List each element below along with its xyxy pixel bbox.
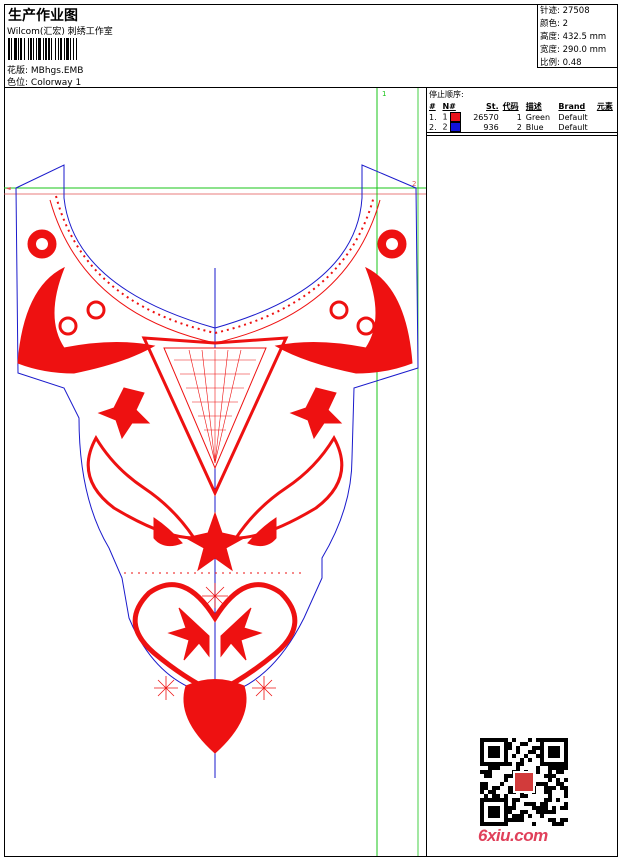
qr-code: [480, 738, 568, 826]
studio-name: Wilcom(汇宏) 刺绣工作室: [7, 27, 113, 37]
heart-inner-left: [167, 607, 210, 661]
left-lily: [97, 387, 151, 440]
table-row[interactable]: 1. 1 26570 1 Green Default: [427, 112, 618, 122]
col-code: 代码: [502, 102, 519, 111]
embroidery-canvas[interactable]: 1 2 ◄: [4, 88, 426, 856]
stat-scale: 比例: 0.48: [540, 58, 582, 68]
stat-height: 高度: 432.5 mm: [540, 32, 607, 42]
table-header: # N# St. 代码 描述 Brand 元素: [427, 101, 618, 112]
table-row[interactable]: 2. 2 936 2 Blue Default: [427, 122, 618, 133]
col-description: 描述: [525, 102, 542, 111]
stop-sequence-panel: 停止顺序: # N# St. 代码 描述 Brand 元素 1. 1 26570…: [427, 88, 618, 136]
right-paisley: [233, 434, 344, 540]
barcode: [8, 38, 118, 60]
stop-sequence-title: 停止顺序:: [429, 90, 464, 99]
stop-sequence-table: # N# St. 代码 描述 Brand 元素 1. 1 26570 1 Gre…: [427, 101, 618, 133]
rosette: [356, 316, 376, 336]
stats-box: 针迹: 27508 颜色: 2 高度: 432.5 mm 宽度: 290.0 m…: [537, 4, 618, 68]
watermark-logo: 6xiu.com: [478, 826, 548, 845]
colorway-name: Colorway 1: [30, 78, 82, 88]
left-paisley-flower: [153, 517, 183, 547]
header: 生产作业图 Wilcom(汇宏) 刺绣工作室 花版: MBhgs.EMB 色位:…: [4, 4, 618, 88]
col-element: 元素: [596, 102, 613, 111]
col-number: N#: [442, 102, 456, 111]
guide-marker: ◄: [6, 185, 11, 192]
rosette: [86, 300, 106, 320]
starburst: [154, 676, 178, 700]
rosette: [58, 316, 78, 336]
stat-stitches: 针迹: 27508: [540, 6, 590, 16]
stat-colors: 颜色: 2: [540, 19, 568, 29]
stat-width: 宽度: 290.0 mm: [540, 45, 607, 55]
color-swatch: [450, 112, 462, 122]
left-paisley: [86, 434, 197, 540]
panel-separator: [427, 135, 618, 136]
page-title: 生产作业图: [8, 8, 78, 24]
color-swatch: [450, 122, 462, 132]
colorway-label: 色位:: [7, 78, 31, 88]
panel-divider: [426, 88, 427, 856]
right-paisley-flower: [247, 517, 277, 547]
guide-label-1: 1: [382, 90, 386, 98]
right-shoulder-motif: [274, 266, 413, 374]
left-shoulder-motif: [17, 266, 156, 374]
bottom-drop: [183, 679, 247, 754]
right-lily: [289, 387, 343, 440]
col-index: #: [429, 102, 436, 111]
col-stitches: St.: [486, 102, 499, 111]
heart-inner-right: [220, 607, 263, 661]
rosette: [329, 300, 349, 320]
col-brand: Brand: [558, 102, 586, 111]
colorway-line: 色位: Colorway 1: [7, 75, 81, 88]
